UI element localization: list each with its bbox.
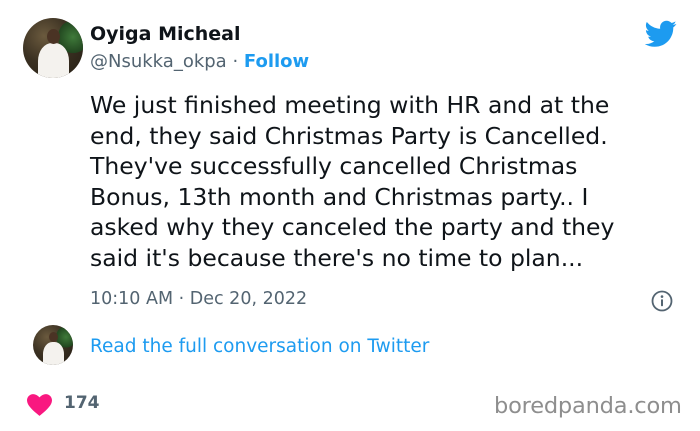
avatar-person-head <box>49 332 58 342</box>
read-full-conversation-link[interactable]: Read the full conversation on Twitter <box>90 336 429 357</box>
info-icon[interactable] <box>651 290 673 312</box>
avatar-person-body <box>38 43 69 78</box>
avatar-person-head <box>47 29 60 44</box>
reply-avatar[interactable] <box>33 325 73 365</box>
boredpanda-watermark: boredpanda.com <box>494 393 682 419</box>
handle-separator: · <box>226 51 244 72</box>
follow-link[interactable]: Follow <box>244 51 309 72</box>
author-avatar[interactable] <box>23 18 83 78</box>
tweet-text: We just finished meeting with HR and at … <box>90 91 615 272</box>
author-name[interactable]: Oyiga Micheal <box>90 23 241 45</box>
heart-icon[interactable] <box>27 394 52 416</box>
like-count: 174 <box>64 393 100 413</box>
tweet-timestamp[interactable]: 10:10 AM · Dec 20, 2022 <box>90 289 307 309</box>
avatar-person-body <box>43 342 64 365</box>
twitter-bird-icon[interactable] <box>645 20 677 48</box>
author-handle-line: @Nsukka_okpa · Follow <box>90 51 309 72</box>
author-handle[interactable]: @Nsukka_okpa <box>90 51 227 72</box>
